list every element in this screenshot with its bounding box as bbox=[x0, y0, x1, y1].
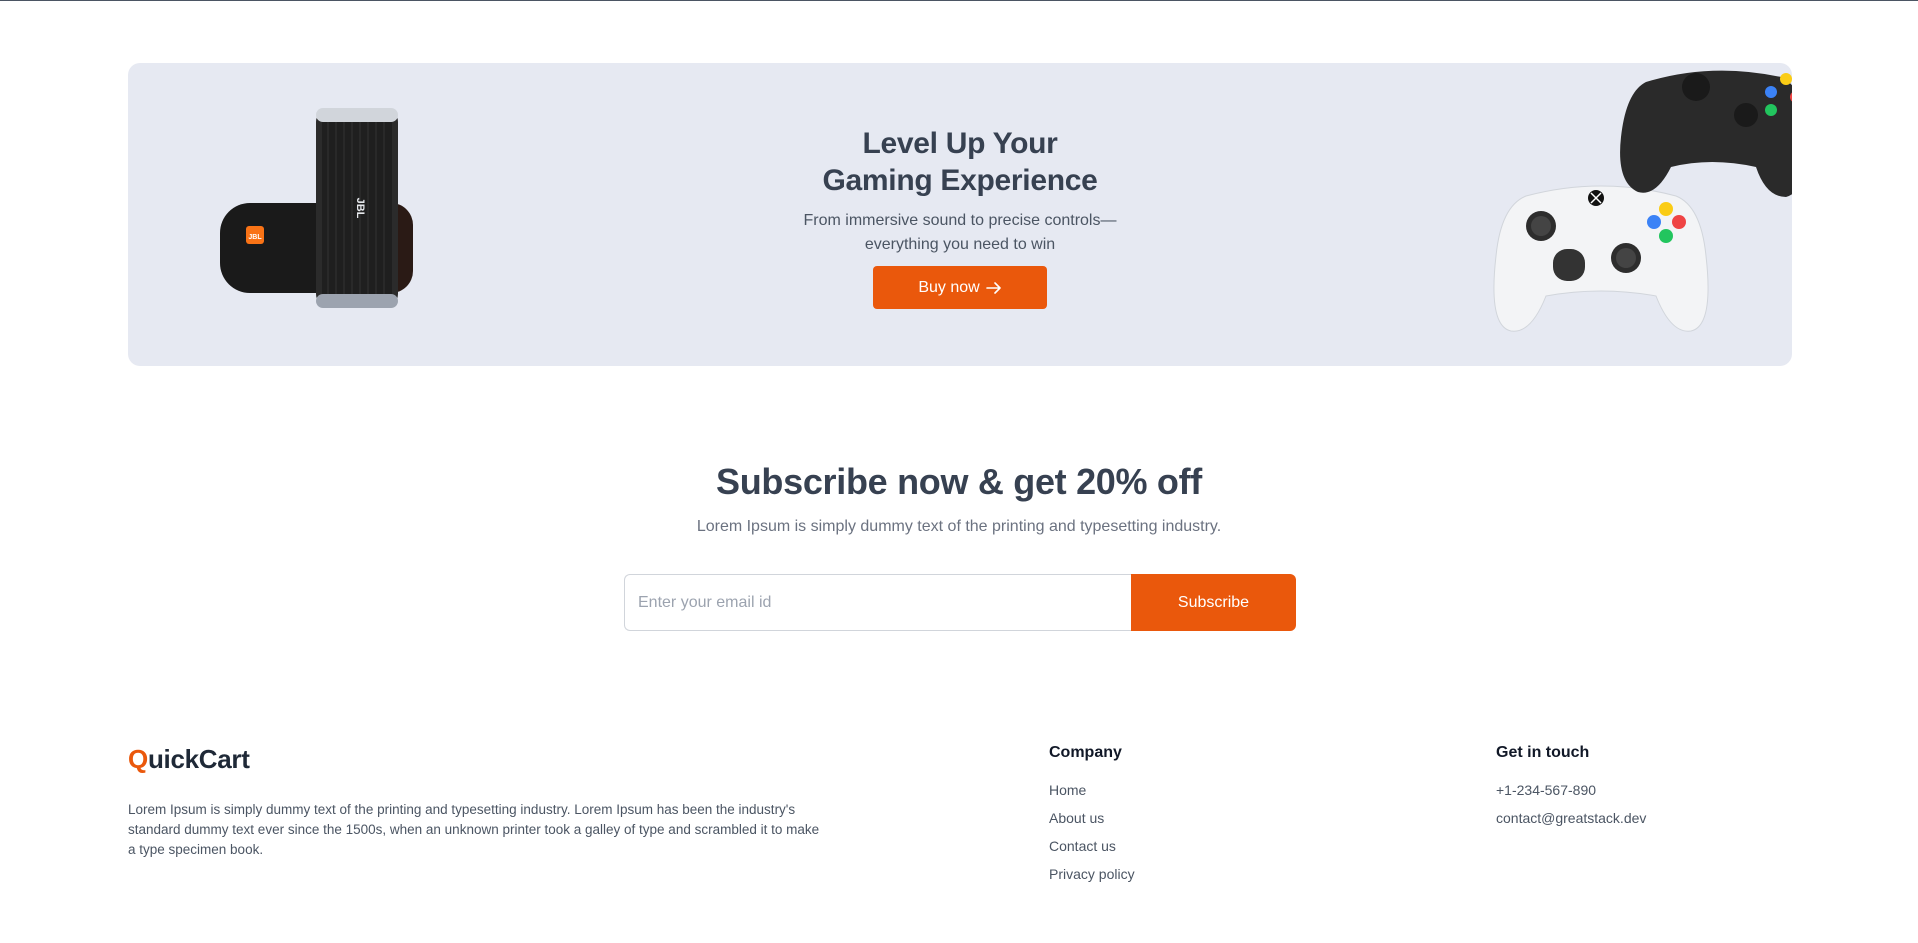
white-controller-image bbox=[1493, 185, 1709, 332]
contact-heading: Get in touch bbox=[1496, 744, 1590, 761]
subscribe-button[interactable]: Subscribe bbox=[1131, 574, 1296, 631]
footer-logo[interactable]: QuickCart bbox=[128, 744, 250, 775]
subscribe-subtitle: Lorem Ipsum is simply dummy text of the … bbox=[696, 518, 1222, 535]
logo-text: uickCart bbox=[147, 744, 250, 774]
black-controller-image bbox=[1620, 70, 1792, 197]
contact-phone: +1-234-567-890 bbox=[1496, 782, 1597, 798]
top-divider bbox=[0, 0, 1918, 1]
promo-banner: JBL JBL Level Up Your Gaming Experience … bbox=[128, 63, 1792, 366]
banner-subtitle: From immersive sound to precise controls… bbox=[803, 212, 1117, 253]
buy-now-button[interactable]: Buy now bbox=[873, 266, 1047, 309]
buy-now-label: Buy now bbox=[918, 278, 980, 296]
footer-contact-column: Get in touch +1-234-567-890 contact@grea… bbox=[1496, 744, 1646, 838]
arrow-right-icon bbox=[985, 281, 1001, 294]
company-heading: Company bbox=[1049, 744, 1122, 761]
footer-company-column: Company Home About us Contact us Privacy… bbox=[1049, 744, 1135, 894]
logo-first-letter: Q bbox=[128, 744, 148, 774]
footer-link-privacy[interactable]: Privacy policy bbox=[1049, 866, 1135, 883]
subscribe-title: Subscribe now & get 20% off bbox=[716, 461, 1202, 502]
contact-email: contact@greatstack.dev bbox=[1496, 810, 1647, 826]
banner-title-line1: Level Up Your bbox=[862, 127, 1058, 160]
subscribe-form: Subscribe bbox=[624, 574, 1296, 631]
subscribe-section: Subscribe now & get 20% off Lorem Ipsum … bbox=[0, 460, 1918, 538]
footer-link-contact[interactable]: Contact us bbox=[1049, 838, 1135, 855]
footer-about-text: Lorem Ipsum is simply dummy text of the … bbox=[128, 802, 820, 857]
email-input[interactable] bbox=[624, 574, 1131, 631]
footer-link-about[interactable]: About us bbox=[1049, 810, 1135, 827]
footer-link-home[interactable]: Home bbox=[1049, 782, 1135, 799]
